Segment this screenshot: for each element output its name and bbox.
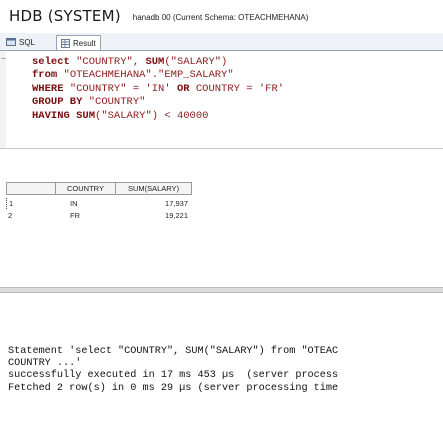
tab-sql-label: SQL <box>19 37 36 47</box>
editor-divider[interactable] <box>0 148 443 149</box>
code-line: select "COUNTRY", SUM("SALARY") <box>32 56 228 68</box>
row-index: 2 <box>8 210 13 220</box>
cell-country[interactable]: IN <box>56 199 116 208</box>
tab-sql[interactable]: SQL <box>2 35 39 49</box>
row-index: 1 <box>6 197 56 209</box>
grid-corner[interactable] <box>6 182 56 195</box>
tab-strip: SQL Result <box>0 33 443 51</box>
editor-gutter <box>0 51 6 148</box>
result-grid-header: COUNTRY SUM(SALARY) <box>6 182 192 196</box>
code-line: HAVING SUM("SALARY") < 40000 <box>32 109 209 122</box>
code-line: WHERE "COUNTRY" = 'IN' OR COUNTRY = 'FR' <box>32 82 285 95</box>
cell-country[interactable]: FR <box>56 211 116 220</box>
result-icon <box>61 38 70 48</box>
title-bar: HDB (SYSTEM) hanadb 00 (Current Schema: … <box>0 0 443 32</box>
console-splitter[interactable] <box>0 287 443 293</box>
cell-sum-salary[interactable]: 17,937 <box>116 199 192 208</box>
connection-title: HDB (SYSTEM) <box>9 7 121 25</box>
table-row[interactable]: 2 FR 19,221 <box>6 209 192 221</box>
column-header-country[interactable]: COUNTRY <box>56 182 116 195</box>
fold-marker-icon[interactable]: − <box>1 54 6 63</box>
console-line: COUNTRY ...' <box>8 358 82 370</box>
sql-icon <box>6 38 16 46</box>
console-output: Statement 'select "COUNTRY", SUM("SALARY… <box>8 346 338 395</box>
column-header-sum-salary[interactable]: SUM(SALARY) <box>116 182 192 195</box>
code-line: GROUP BY "COUNTRY" <box>32 96 146 109</box>
tab-result[interactable]: Result <box>56 35 101 50</box>
console-line: successfully executed in 17 ms 453 µs (s… <box>8 370 339 382</box>
tab-result-label: Result <box>73 38 96 48</box>
cell-sum-salary[interactable]: 19,221 <box>116 211 192 220</box>
console-line: Statement 'select "COUNTRY", SUM("SALARY… <box>8 346 339 357</box>
code-line: from "OTEACHMEHANA"."EMP_SALARY" <box>32 69 234 82</box>
table-row[interactable]: 1 IN 17,937 <box>6 197 192 209</box>
sql-code[interactable]: select "COUNTRY", SUM("SALARY") from "OT… <box>32 56 284 123</box>
console-line: Fetched 2 row(s) in 0 ms 29 µs (server p… <box>8 382 339 394</box>
sql-editor[interactable]: − select "COUNTRY", SUM("SALARY") from "… <box>0 51 443 148</box>
connection-subtitle: hanadb 00 (Current Schema: OTEACHMEHANA) <box>132 13 309 22</box>
